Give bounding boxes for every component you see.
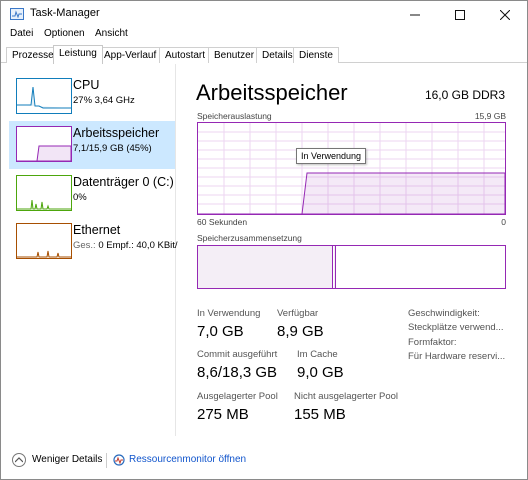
memory-detail-panel: Arbeitsspeicher 16,0 GB DDR3 Speicheraus… — [177, 64, 527, 436]
stat-nonpaged-label: Nicht ausgelagerter Pool — [294, 391, 399, 402]
close-button[interactable] — [482, 1, 527, 28]
resource-name-disk: Datenträger 0 (C:) — [73, 175, 174, 189]
resource-sub-ethernet: Ges.: 0 Empf.: 40,0 KBit/ — [73, 240, 178, 251]
ethernet-sub-value: 0 Empf.: 40,0 KBit/ — [98, 240, 178, 251]
stat-committed-label: Commit ausgeführt — [197, 349, 278, 360]
stat-paged-label: Ausgelagerter Pool — [197, 391, 278, 402]
composition-label: Speicherzusammensetzung — [197, 233, 302, 243]
task-manager-window: Task-Manager Datei Optionen Ansicht Proz… — [0, 0, 528, 480]
tab-prozesse[interactable]: Prozesse — [6, 47, 60, 63]
ethernet-sub-label: Ges.: — [73, 240, 96, 251]
info-reserved-label: Für Hardware reservi... — [408, 351, 506, 362]
resource-name-memory: Arbeitsspeicher — [73, 126, 160, 140]
tab-autostart[interactable]: Autostart — [159, 47, 212, 63]
stat-available-value: 8,9 GB — [277, 323, 324, 340]
tab-benutzer[interactable]: Benutzer — [208, 47, 261, 63]
disk-thumbnail-graph — [16, 175, 72, 211]
resource-monitor-icon[interactable] — [113, 453, 125, 466]
stat-in-use-label: In Verwendung — [197, 308, 261, 319]
resource-list: CPU 27% 3,64 GHz Arbeitsspeicher 7,1/15,… — [1, 64, 178, 436]
memory-usage-graph[interactable] — [197, 122, 506, 215]
time-zero-label: 0 — [501, 217, 506, 227]
tab-app-verlauf[interactable]: App-Verlauf — [98, 47, 163, 63]
cpu-thumbnail-graph — [16, 78, 72, 114]
footer-divider — [106, 453, 107, 468]
chevron-up-icon[interactable] — [12, 453, 26, 467]
stat-cached-value: 9,0 GB — [297, 364, 344, 381]
stat-committed-value: 8,6/18,3 GB — [197, 364, 278, 381]
task-manager-icon — [10, 8, 24, 20]
tab-dienste[interactable]: Dienste — [293, 47, 339, 63]
resource-name-ethernet: Ethernet — [73, 223, 121, 237]
time-span-label: 60 Sekunden — [197, 217, 248, 227]
usage-graph-max: 15,9 GB — [474, 111, 506, 121]
resource-name-cpu: CPU — [73, 78, 100, 92]
memory-spec: 16,0 GB DDR3 — [424, 88, 505, 102]
menu-optionen[interactable]: Optionen — [44, 28, 85, 39]
composition-modified-segment[interactable] — [334, 246, 336, 288]
in-use-tooltip: In Verwendung — [296, 148, 367, 164]
resource-memory[interactable]: Arbeitsspeicher 7,1/15,9 GB (45%) — [9, 121, 175, 169]
memory-composition-bar[interactable] — [197, 245, 506, 289]
info-speed-label: Geschwindigkeit: — [408, 308, 480, 319]
usage-graph-svg — [198, 123, 505, 214]
tab-bar: Prozesse Leistung App-Verlauf Autostart … — [1, 45, 527, 64]
maximize-button[interactable] — [437, 1, 482, 28]
info-formfactor-label: Formfaktor: — [408, 337, 457, 348]
resource-ethernet[interactable]: Ethernet Ges.: 0 Empf.: 40,0 KBit/ — [9, 218, 178, 266]
tab-leistung[interactable]: Leistung — [53, 45, 103, 64]
page-title: Arbeitsspeicher — [196, 80, 348, 105]
fewer-details-link[interactable]: Weniger Details — [32, 454, 102, 465]
minimize-button[interactable] — [392, 1, 437, 28]
resource-sub-memory: 7,1/15,9 GB (45%) — [73, 143, 152, 154]
memory-thumbnail-graph — [16, 126, 72, 162]
composition-in-use-segment[interactable] — [198, 246, 333, 288]
resource-sub-cpu: 27% 3,64 GHz — [73, 95, 135, 106]
stat-available-label: Verfügbar — [277, 308, 319, 319]
title-bar[interactable]: Task-Manager — [1, 1, 527, 28]
usage-graph-label: Speicherauslastung — [197, 111, 272, 121]
footer-bar: Weniger Details Ressourcenmonitor öffnen — [1, 447, 527, 473]
resource-disk[interactable]: Datenträger 0 (C:) 0% — [9, 170, 175, 218]
stat-cached-label: Im Cache — [297, 349, 338, 360]
stat-nonpaged-value: 155 MB — [294, 406, 346, 423]
resource-cpu[interactable]: CPU 27% 3,64 GHz — [9, 73, 175, 121]
stat-paged-value: 275 MB — [197, 406, 249, 423]
ethernet-thumbnail-graph — [16, 223, 72, 259]
open-resource-monitor-link[interactable]: Ressourcenmonitor öffnen — [129, 454, 246, 465]
usage-area — [198, 172, 505, 214]
stat-in-use-value: 7,0 GB — [197, 323, 244, 340]
menu-ansicht[interactable]: Ansicht — [95, 28, 128, 39]
menu-datei[interactable]: Datei — [10, 28, 33, 39]
resource-sub-disk: 0% — [73, 192, 87, 203]
info-slots-label: Steckplätze verwend... — [408, 322, 504, 333]
window-title: Task-Manager — [30, 7, 100, 19]
